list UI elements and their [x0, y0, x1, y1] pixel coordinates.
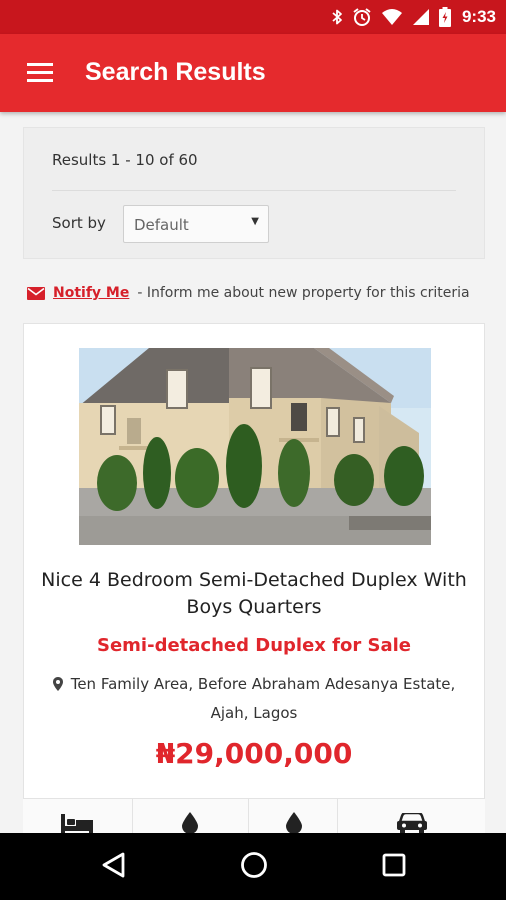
- notify-row: Notify Me - Inform me about new property…: [27, 283, 470, 303]
- sort-select-value: Default: [134, 216, 189, 234]
- home-button[interactable]: [240, 851, 268, 879]
- alarm-icon: [353, 8, 371, 26]
- page-title: Search Results: [85, 58, 266, 86]
- status-time: 9:33: [461, 7, 496, 26]
- property-location: Ten Family Area, Before Abraham Adesanya…: [44, 670, 464, 728]
- recents-square-icon: [382, 853, 406, 877]
- property-price: ₦29,000,000: [155, 737, 353, 770]
- app-bar: Search Results: [0, 34, 506, 112]
- status-bar: 9:33: [0, 0, 506, 34]
- water-drop-icon: [286, 812, 302, 834]
- property-location-text: Ten Family Area, Before Abraham Adesanya…: [70, 675, 456, 722]
- wifi-icon: [381, 9, 402, 25]
- sort-select[interactable]: Default ▼: [123, 205, 269, 243]
- car-icon: [397, 813, 427, 835]
- system-nav-bar: [0, 833, 506, 900]
- map-pin-icon: [52, 677, 63, 691]
- water-drop-icon: [182, 812, 198, 834]
- results-count: Results 1 - 10 of 60: [52, 151, 198, 169]
- listing-card[interactable]: Nice 4 Bedroom Semi-Detached Duplex With…: [23, 323, 485, 849]
- home-circle-icon: [241, 852, 267, 878]
- property-type: Semi-detached Duplex for Sale: [97, 635, 411, 656]
- battery-charging-icon: [438, 7, 451, 27]
- notify-me-link[interactable]: Notify Me: [53, 285, 129, 301]
- panel-divider: [52, 190, 456, 191]
- property-photo[interactable]: [79, 348, 431, 545]
- recents-button[interactable]: [381, 851, 407, 879]
- back-triangle-icon: [102, 852, 125, 878]
- property-title[interactable]: Nice 4 Bedroom Semi-Detached Duplex With…: [34, 567, 474, 621]
- status-icons: 9:33: [331, 0, 496, 34]
- envelope-icon: [27, 286, 45, 300]
- cell-signal-icon: [412, 9, 429, 25]
- hamburger-menu-icon[interactable]: [27, 63, 53, 83]
- sort-label: Sort by: [52, 214, 106, 232]
- back-button[interactable]: [100, 851, 126, 879]
- dropdown-caret-icon: ▼: [251, 216, 259, 227]
- results-panel: Results 1 - 10 of 60 Sort by Default ▼: [23, 127, 485, 259]
- notify-description: - Inform me about new property for this …: [137, 285, 470, 301]
- bluetooth-icon: [332, 9, 342, 25]
